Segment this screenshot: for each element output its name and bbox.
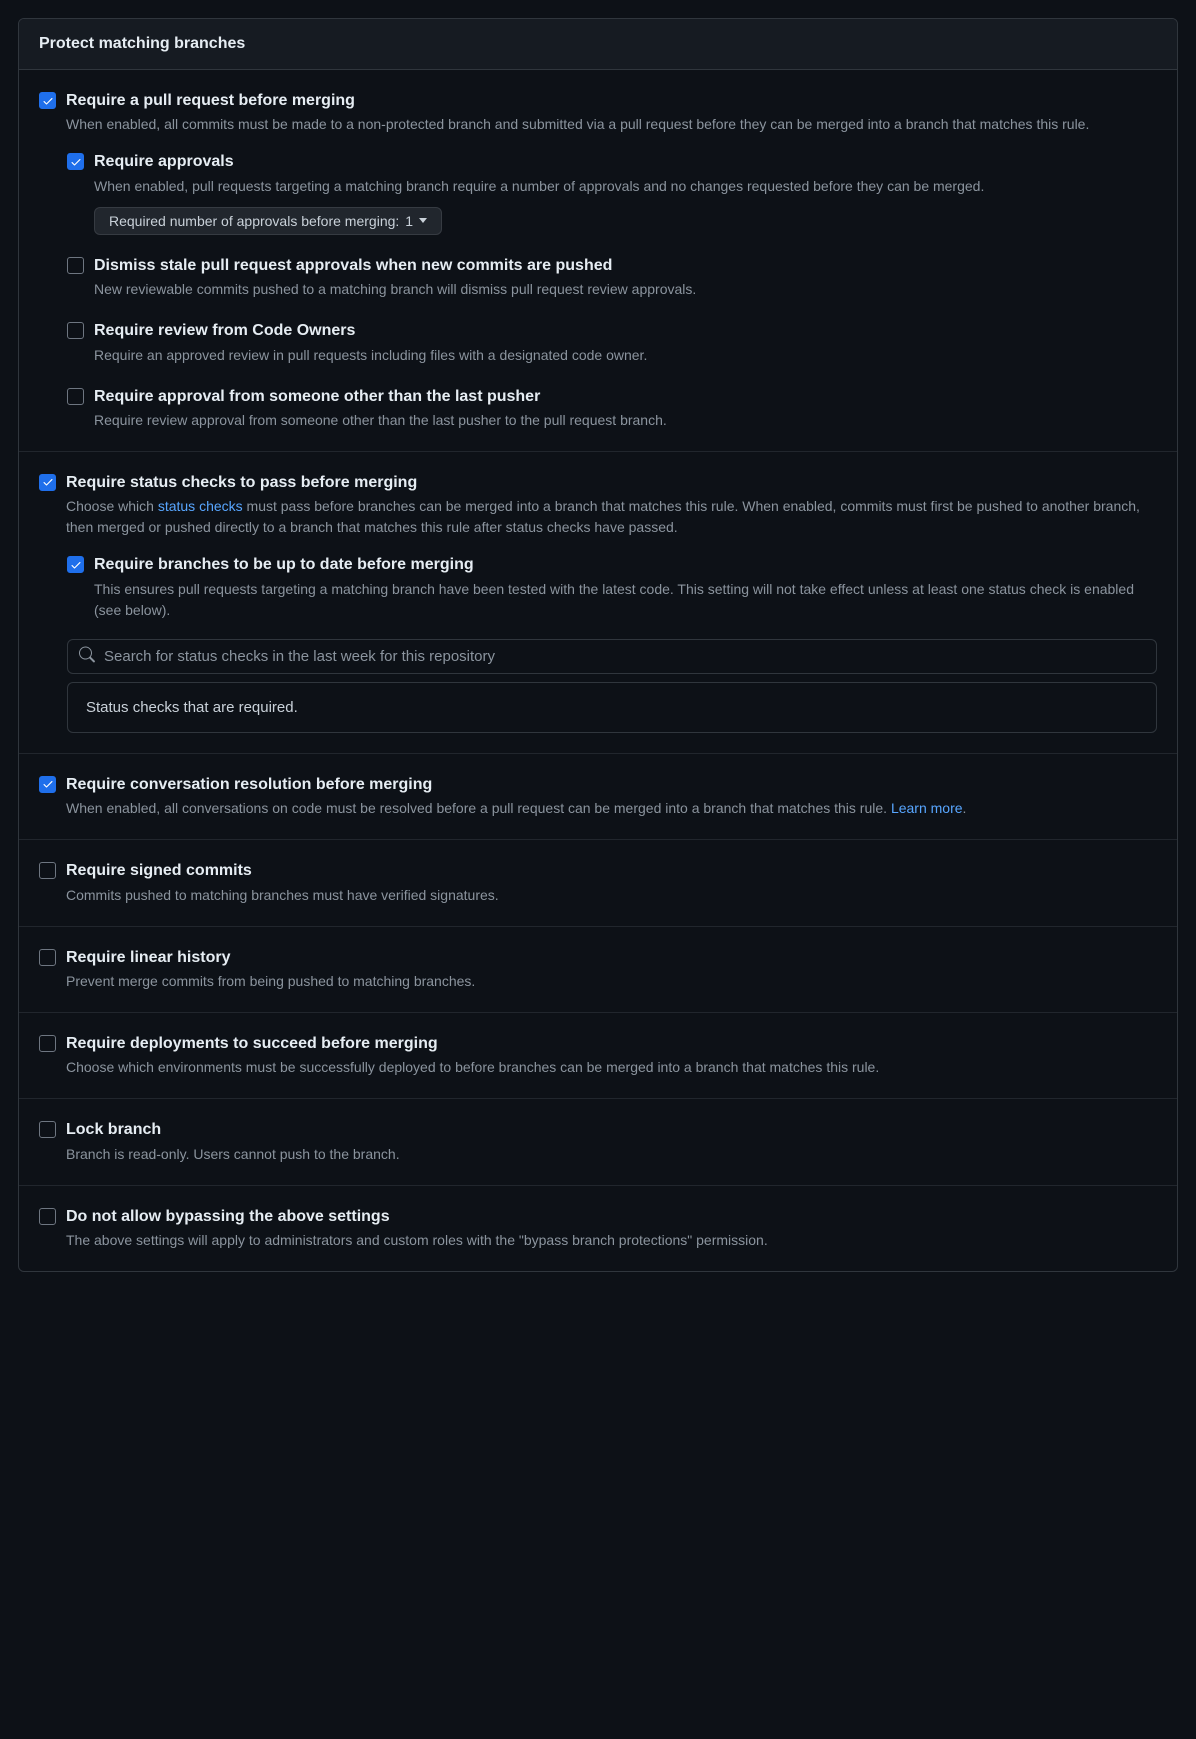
branch-protection-panel: Protect matching branches Require a pull… <box>18 18 1178 1272</box>
label-signed: Require signed commits <box>66 860 1157 882</box>
desc-deploy: Choose which environments must be succes… <box>66 1057 1157 1078</box>
checkbox-up-to-date[interactable] <box>67 556 84 573</box>
desc-conversation: When enabled, all conversations on code … <box>66 798 1157 819</box>
checkbox-bypass[interactable] <box>39 1208 56 1225</box>
checkbox-require-pr[interactable] <box>39 92 56 109</box>
desc-require-pr: When enabled, all commits must be made t… <box>66 114 1157 135</box>
desc-status-checks: Choose which status checks must pass bef… <box>66 496 1157 538</box>
section-linear: Require linear history Prevent merge com… <box>19 927 1177 1013</box>
learn-more-link[interactable]: Learn more <box>891 800 963 816</box>
desc-linear: Prevent merge commits from being pushed … <box>66 971 1157 992</box>
caret-down-icon <box>419 218 427 223</box>
desc-other-pusher: Require review approval from someone oth… <box>94 410 1157 431</box>
label-deploy: Require deployments to succeed before me… <box>66 1033 1157 1055</box>
label-lock: Lock branch <box>66 1119 1157 1141</box>
section-bypass: Do not allow bypassing the above setting… <box>19 1186 1177 1271</box>
desc-require-approvals: When enabled, pull requests targeting a … <box>94 176 1157 197</box>
required-checks-box: Status checks that are required. <box>67 682 1157 733</box>
section-status-checks: Require status checks to pass before mer… <box>19 452 1177 754</box>
label-other-pusher: Require approval from someone other than… <box>94 386 1157 408</box>
desc-up-to-date: This ensures pull requests targeting a m… <box>94 579 1157 621</box>
section-signed: Require signed commits Commits pushed to… <box>19 840 1177 926</box>
section-deploy: Require deployments to succeed before me… <box>19 1013 1177 1099</box>
checkbox-status-checks[interactable] <box>39 474 56 491</box>
desc-lock: Branch is read-only. Users cannot push t… <box>66 1144 1157 1165</box>
label-codeowners: Require review from Code Owners <box>94 320 1157 342</box>
status-checks-link[interactable]: status checks <box>158 498 243 514</box>
approvals-count-select[interactable]: Required number of approvals before merg… <box>94 207 442 235</box>
section-conversation: Require conversation resolution before m… <box>19 754 1177 840</box>
checkbox-codeowners[interactable] <box>67 322 84 339</box>
checkbox-signed[interactable] <box>39 862 56 879</box>
label-dismiss-stale: Dismiss stale pull request approvals whe… <box>94 255 1157 277</box>
section-require-pr: Require a pull request before merging Wh… <box>19 70 1177 452</box>
checkbox-require-approvals[interactable] <box>67 153 84 170</box>
checkbox-linear[interactable] <box>39 949 56 966</box>
label-conversation: Require conversation resolution before m… <box>66 774 1157 796</box>
panel-header: Protect matching branches <box>19 19 1177 70</box>
desc-signed: Commits pushed to matching branches must… <box>66 885 1157 906</box>
label-require-approvals: Require approvals <box>94 151 1157 173</box>
search-icon <box>79 647 95 666</box>
checkbox-lock[interactable] <box>39 1121 56 1138</box>
desc-dismiss-stale: New reviewable commits pushed to a match… <box>94 279 1157 300</box>
label-bypass: Do not allow bypassing the above setting… <box>66 1206 1157 1228</box>
checkbox-deploy[interactable] <box>39 1035 56 1052</box>
checkbox-conversation[interactable] <box>39 776 56 793</box>
checkbox-other-pusher[interactable] <box>67 388 84 405</box>
status-checks-search-input[interactable] <box>67 639 1157 674</box>
label-up-to-date: Require branches to be up to date before… <box>94 554 1157 576</box>
desc-codeowners: Require an approved review in pull reque… <box>94 345 1157 366</box>
label-status-checks: Require status checks to pass before mer… <box>66 472 1157 494</box>
label-require-pr: Require a pull request before merging <box>66 90 1157 112</box>
desc-bypass: The above settings will apply to adminis… <box>66 1230 1157 1251</box>
label-linear: Require linear history <box>66 947 1157 969</box>
section-lock: Lock branch Branch is read-only. Users c… <box>19 1099 1177 1185</box>
checkbox-dismiss-stale[interactable] <box>67 257 84 274</box>
